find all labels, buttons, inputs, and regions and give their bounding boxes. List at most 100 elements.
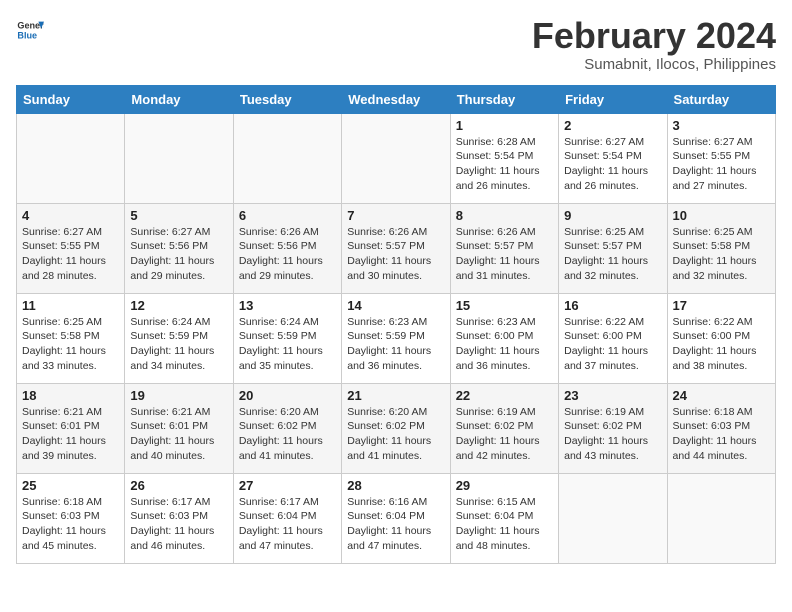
day-cell: 25 Sunrise: 6:18 AM Sunset: 6:03 PM Dayli…: [17, 473, 125, 563]
day-number: 6: [239, 208, 336, 223]
day-number: 14: [347, 298, 444, 313]
day-number: 15: [456, 298, 553, 313]
day-cell: 19 Sunrise: 6:21 AM Sunset: 6:01 PM Dayli…: [125, 383, 233, 473]
calendar-header-row: SundayMondayTuesdayWednesdayThursdayFrid…: [17, 85, 776, 113]
day-detail: Sunrise: 6:21 AM Sunset: 6:01 PM Dayligh…: [130, 405, 227, 464]
day-number: 3: [673, 118, 770, 133]
logo: General Blue: [16, 16, 44, 44]
day-number: 4: [22, 208, 119, 223]
day-number: 29: [456, 478, 553, 493]
calendar-table: SundayMondayTuesdayWednesdayThursdayFrid…: [16, 85, 776, 564]
day-number: 22: [456, 388, 553, 403]
day-cell: [233, 113, 341, 203]
day-number: 27: [239, 478, 336, 493]
day-number: 12: [130, 298, 227, 313]
col-header-monday: Monday: [125, 85, 233, 113]
col-header-thursday: Thursday: [450, 85, 558, 113]
day-cell: 7Sunrise: 6:26 AM Sunset: 5:57 PM Daylig…: [342, 203, 450, 293]
day-number: 10: [673, 208, 770, 223]
day-detail: Sunrise: 6:26 AM Sunset: 5:56 PM Dayligh…: [239, 225, 336, 284]
logo-icon: General Blue: [16, 16, 44, 44]
day-detail: Sunrise: 6:28 AM Sunset: 5:54 PM Dayligh…: [456, 135, 553, 194]
day-cell: 22 Sunrise: 6:19 AM Sunset: 6:02 PM Dayli…: [450, 383, 558, 473]
day-cell: 16Sunrise: 6:22 AM Sunset: 6:00 PM Dayli…: [559, 293, 667, 383]
day-cell: 14Sunrise: 6:23 AM Sunset: 5:59 PM Dayli…: [342, 293, 450, 383]
day-detail: Sunrise: 6:25 AM Sunset: 5:58 PM Dayligh…: [673, 225, 770, 284]
day-detail: Sunrise: 6:27 AM Sunset: 5:55 PM Dayligh…: [22, 225, 119, 284]
day-cell: 11 Sunrise: 6:25 AM Sunset: 5:58 PM Dayli…: [17, 293, 125, 383]
day-cell: 6 Sunrise: 6:26 AM Sunset: 5:56 PM Daylig…: [233, 203, 341, 293]
day-cell: 23Sunrise: 6:19 AM Sunset: 6:02 PM Dayli…: [559, 383, 667, 473]
day-cell: 1 Sunrise: 6:28 AM Sunset: 5:54 PM Daylig…: [450, 113, 558, 203]
day-detail: Sunrise: 6:19 AM Sunset: 6:02 PM Dayligh…: [456, 405, 553, 464]
day-detail: Sunrise: 6:18 AM Sunset: 6:03 PM Dayligh…: [673, 405, 770, 464]
day-number: 11: [22, 298, 119, 313]
week-row-4: 18 Sunrise: 6:21 AM Sunset: 6:01 PM Dayli…: [17, 383, 776, 473]
week-row-1: 1 Sunrise: 6:28 AM Sunset: 5:54 PM Daylig…: [17, 113, 776, 203]
day-cell: 12 Sunrise: 6:24 AM Sunset: 5:59 PM Dayli…: [125, 293, 233, 383]
day-cell: 18 Sunrise: 6:21 AM Sunset: 6:01 PM Dayli…: [17, 383, 125, 473]
day-number: 25: [22, 478, 119, 493]
day-cell: [17, 113, 125, 203]
svg-text:Blue: Blue: [17, 30, 37, 40]
day-detail: Sunrise: 6:23 AM Sunset: 6:00 PM Dayligh…: [456, 315, 553, 374]
day-detail: Sunrise: 6:22 AM Sunset: 6:00 PM Dayligh…: [673, 315, 770, 374]
day-cell: 9Sunrise: 6:25 AM Sunset: 5:57 PM Daylig…: [559, 203, 667, 293]
day-cell: 27Sunrise: 6:17 AM Sunset: 6:04 PM Dayli…: [233, 473, 341, 563]
day-number: 13: [239, 298, 336, 313]
day-cell: [342, 113, 450, 203]
day-detail: Sunrise: 6:27 AM Sunset: 5:56 PM Dayligh…: [130, 225, 227, 284]
day-cell: 3 Sunrise: 6:27 AM Sunset: 5:55 PM Daylig…: [667, 113, 775, 203]
day-cell: 28Sunrise: 6:16 AM Sunset: 6:04 PM Dayli…: [342, 473, 450, 563]
day-cell: 26 Sunrise: 6:17 AM Sunset: 6:03 PM Dayli…: [125, 473, 233, 563]
day-detail: Sunrise: 6:24 AM Sunset: 5:59 PM Dayligh…: [239, 315, 336, 374]
week-row-2: 4 Sunrise: 6:27 AM Sunset: 5:55 PM Daylig…: [17, 203, 776, 293]
day-detail: Sunrise: 6:17 AM Sunset: 6:03 PM Dayligh…: [130, 495, 227, 554]
day-number: 20: [239, 388, 336, 403]
day-detail: Sunrise: 6:18 AM Sunset: 6:03 PM Dayligh…: [22, 495, 119, 554]
col-header-tuesday: Tuesday: [233, 85, 341, 113]
day-cell: 4 Sunrise: 6:27 AM Sunset: 5:55 PM Daylig…: [17, 203, 125, 293]
col-header-saturday: Saturday: [667, 85, 775, 113]
day-cell: 21 Sunrise: 6:20 AM Sunset: 6:02 PM Dayli…: [342, 383, 450, 473]
day-number: 17: [673, 298, 770, 313]
day-number: 5: [130, 208, 227, 223]
day-detail: Sunrise: 6:25 AM Sunset: 5:58 PM Dayligh…: [22, 315, 119, 374]
day-detail: Sunrise: 6:20 AM Sunset: 6:02 PM Dayligh…: [239, 405, 336, 464]
day-cell: 5 Sunrise: 6:27 AM Sunset: 5:56 PM Daylig…: [125, 203, 233, 293]
day-cell: 2Sunrise: 6:27 AM Sunset: 5:54 PM Daylig…: [559, 113, 667, 203]
day-number: 28: [347, 478, 444, 493]
day-detail: Sunrise: 6:21 AM Sunset: 6:01 PM Dayligh…: [22, 405, 119, 464]
day-detail: Sunrise: 6:27 AM Sunset: 5:55 PM Dayligh…: [673, 135, 770, 194]
day-number: 1: [456, 118, 553, 133]
page-header: General Blue February 2024 Sumabnit, Ilo…: [16, 16, 776, 73]
day-detail: Sunrise: 6:19 AM Sunset: 6:02 PM Dayligh…: [564, 405, 661, 464]
day-number: 8: [456, 208, 553, 223]
day-detail: Sunrise: 6:24 AM Sunset: 5:59 PM Dayligh…: [130, 315, 227, 374]
day-detail: Sunrise: 6:20 AM Sunset: 6:02 PM Dayligh…: [347, 405, 444, 464]
day-cell: 17 Sunrise: 6:22 AM Sunset: 6:00 PM Dayli…: [667, 293, 775, 383]
day-cell: [667, 473, 775, 563]
day-cell: 8 Sunrise: 6:26 AM Sunset: 5:57 PM Daylig…: [450, 203, 558, 293]
day-number: 19: [130, 388, 227, 403]
day-detail: Sunrise: 6:27 AM Sunset: 5:54 PM Dayligh…: [564, 135, 661, 194]
day-number: 26: [130, 478, 227, 493]
month-year-title: February 2024: [532, 16, 776, 56]
day-detail: Sunrise: 6:22 AM Sunset: 6:00 PM Dayligh…: [564, 315, 661, 374]
day-number: 24: [673, 388, 770, 403]
day-cell: 10 Sunrise: 6:25 AM Sunset: 5:58 PM Dayli…: [667, 203, 775, 293]
day-number: 7: [347, 208, 444, 223]
day-cell: 20 Sunrise: 6:20 AM Sunset: 6:02 PM Dayli…: [233, 383, 341, 473]
week-row-3: 11 Sunrise: 6:25 AM Sunset: 5:58 PM Dayli…: [17, 293, 776, 383]
week-row-5: 25 Sunrise: 6:18 AM Sunset: 6:03 PM Dayli…: [17, 473, 776, 563]
day-cell: [125, 113, 233, 203]
day-cell: 24 Sunrise: 6:18 AM Sunset: 6:03 PM Dayli…: [667, 383, 775, 473]
day-detail: Sunrise: 6:15 AM Sunset: 6:04 PM Dayligh…: [456, 495, 553, 554]
day-number: 9: [564, 208, 661, 223]
day-detail: Sunrise: 6:26 AM Sunset: 5:57 PM Dayligh…: [456, 225, 553, 284]
day-number: 18: [22, 388, 119, 403]
day-cell: [559, 473, 667, 563]
day-number: 21: [347, 388, 444, 403]
day-cell: 13 Sunrise: 6:24 AM Sunset: 5:59 PM Dayli…: [233, 293, 341, 383]
day-cell: 15 Sunrise: 6:23 AM Sunset: 6:00 PM Dayli…: [450, 293, 558, 383]
